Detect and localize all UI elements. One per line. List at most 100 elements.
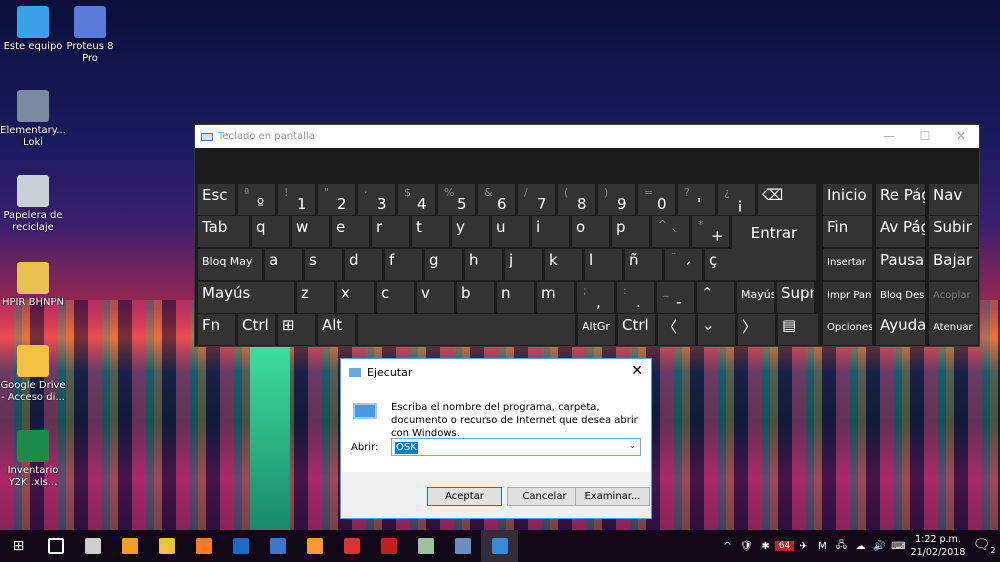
- cancel-button[interactable]: Cancelar: [507, 487, 582, 506]
- desktop-icon[interactable]: HPIR BHNPN: [0, 262, 66, 309]
- nav-key-subir[interactable]: Subir: [929, 216, 978, 247]
- key[interactable]: & 6: [478, 184, 515, 215]
- airplane-icon[interactable]: ✈: [794, 541, 813, 552]
- key[interactable]: Fn: [198, 314, 235, 345]
- taskbar-app-button[interactable]: [74, 530, 111, 562]
- malwarebytes-icon[interactable]: M: [813, 541, 832, 552]
- run-title-bar[interactable]: Ejecutar: [341, 359, 651, 385]
- key[interactable]: Ctrl: [238, 314, 275, 345]
- key[interactable]: p: [612, 216, 649, 247]
- nav-key-ayuda[interactable]: Ayuda: [876, 314, 925, 345]
- key[interactable]: ⌄: [698, 314, 735, 345]
- desktop-icon[interactable]: Elementary... Loki: [0, 90, 66, 149]
- onedrive-icon[interactable]: ☁: [851, 541, 870, 552]
- key[interactable]: Esc: [198, 184, 235, 215]
- key[interactable]: ⊞: [278, 314, 315, 345]
- key[interactable]: Alt: [318, 314, 355, 345]
- close-button[interactable]: ✕: [943, 125, 979, 148]
- key[interactable]: ¨ ´: [665, 249, 702, 280]
- taskbar-app-button[interactable]: [222, 530, 259, 562]
- nav-key-pausa[interactable]: Pausa: [876, 249, 925, 280]
- key[interactable]: y: [452, 216, 489, 247]
- key[interactable]: g: [425, 249, 462, 280]
- close-button[interactable]: ✕: [631, 363, 643, 379]
- key[interactable]: h: [465, 249, 502, 280]
- network-icon[interactable]: 🖧: [832, 538, 851, 555]
- key[interactable]: j: [505, 249, 542, 280]
- taskbar-app-button[interactable]: [370, 530, 407, 562]
- key[interactable]: k: [545, 249, 582, 280]
- nav-key-acoplar[interactable]: Acoplar: [929, 282, 978, 313]
- taskbar-app-button[interactable]: [148, 530, 185, 562]
- nav-key-insertar[interactable]: Insertar: [823, 249, 872, 280]
- touch-keyboard-icon[interactable]: ⌨: [889, 541, 908, 552]
- key[interactable]: ;,: [577, 282, 614, 313]
- key[interactable]: Ctrl: [618, 314, 655, 345]
- nav-key-nav[interactable]: Nav: [929, 184, 978, 215]
- taskbar-app-button[interactable]: [407, 530, 444, 562]
- key[interactable]: Supr: [777, 282, 814, 313]
- key[interactable]: /7: [518, 184, 555, 215]
- key[interactable]: ! 1: [278, 184, 315, 215]
- key[interactable]: t: [412, 216, 449, 247]
- key[interactable]: :.: [617, 282, 654, 313]
- key[interactable]: r: [372, 216, 409, 247]
- desktop-icon[interactable]: Inventario Y2K .xls...: [0, 430, 66, 489]
- taskbar-app-button[interactable]: [185, 530, 222, 562]
- taskbar-app-button[interactable]: [333, 530, 370, 562]
- nav-key-inicio[interactable]: Inicio: [823, 184, 872, 215]
- key[interactable]: n: [497, 282, 534, 313]
- key[interactable]: Mayús: [198, 282, 294, 313]
- nav-key-atenuar[interactable]: Atenuar: [929, 314, 978, 345]
- key[interactable]: v: [417, 282, 454, 313]
- key[interactable]: ¿ ¡: [718, 184, 755, 215]
- key[interactable]: m: [537, 282, 574, 313]
- key[interactable]: $4: [398, 184, 435, 215]
- ok-button[interactable]: Aceptar: [427, 487, 502, 506]
- key[interactable]: Mayús: [737, 282, 774, 313]
- key[interactable]: _ -: [657, 282, 694, 313]
- desktop-icon[interactable]: Proteus 8 Pro: [57, 6, 123, 65]
- key[interactable]: * +: [692, 216, 729, 247]
- key[interactable]: = 0: [638, 184, 675, 215]
- volume-icon[interactable]: 🔊: [870, 541, 889, 552]
- chevron-down-icon[interactable]: ⌄: [628, 441, 636, 451]
- taskbar-app-button[interactable]: [481, 530, 518, 562]
- key[interactable]: u: [492, 216, 529, 247]
- nav-key-bajar[interactable]: Bajar: [929, 249, 978, 280]
- maximize-button[interactable]: ☐: [907, 125, 943, 148]
- minimize-button[interactable]: —: [871, 125, 907, 148]
- taskbar-app-button[interactable]: [37, 530, 74, 562]
- key[interactable]: ) 9: [598, 184, 635, 215]
- nav-key-impr-pant[interactable]: Impr Pant: [823, 282, 872, 313]
- osk-title-bar[interactable]: Teclado en pantalla — ☐ ✕: [195, 125, 979, 148]
- show-hidden-icons[interactable]: ^: [718, 541, 737, 552]
- nav-key-opciones[interactable]: Opciones: [823, 314, 872, 345]
- key[interactable]: 〉: [738, 314, 775, 345]
- taskbar-app-button[interactable]: [296, 530, 333, 562]
- clock[interactable]: 1:22 p.m. 21/02/2018: [908, 533, 968, 559]
- key[interactable]: x: [337, 282, 374, 313]
- browse-button[interactable]: Examinar...: [575, 487, 650, 506]
- key[interactable]: AltGr: [578, 314, 615, 345]
- key[interactable]: s: [305, 249, 342, 280]
- bluetooth-icon[interactable]: ✱: [756, 541, 775, 552]
- nav-key-bloq-despl[interactable]: Bloq Despl: [876, 282, 925, 313]
- defender-icon[interactable]: 🛡: [737, 541, 756, 552]
- key[interactable]: ▤: [778, 314, 818, 345]
- key[interactable]: w: [292, 216, 329, 247]
- key[interactable]: · 3: [358, 184, 395, 215]
- taskbar-app-button[interactable]: [111, 530, 148, 562]
- key[interactable]: (8: [558, 184, 595, 215]
- key[interactable]: i: [532, 216, 569, 247]
- 64-icon[interactable]: 64: [775, 541, 794, 551]
- key[interactable]: b: [457, 282, 494, 313]
- key[interactable]: ⌫: [758, 184, 816, 215]
- key[interactable]: ^ `: [652, 216, 689, 247]
- key[interactable]: [358, 314, 575, 345]
- key[interactable]: ªº: [238, 184, 275, 215]
- key[interactable]: z: [297, 282, 334, 313]
- key[interactable]: [743, 246, 814, 280]
- key[interactable]: d: [345, 249, 382, 280]
- desktop-icon[interactable]: Google Drive - Acceso di...: [0, 345, 66, 404]
